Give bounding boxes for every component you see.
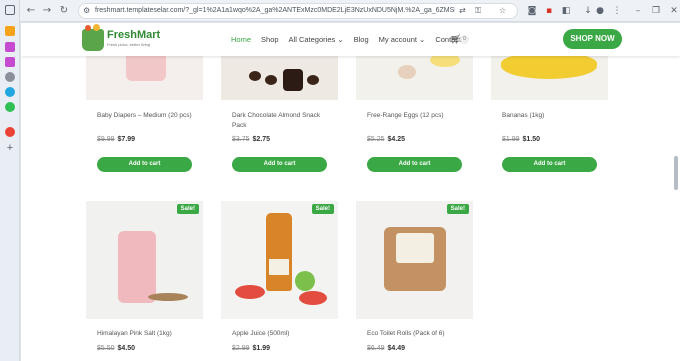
app-icon[interactable] xyxy=(5,87,15,97)
product-price: $3.75 $2.75 xyxy=(232,135,270,145)
sale-badge: Sale! xyxy=(311,204,334,214)
product-price: $9.99 $7.99 xyxy=(97,135,135,145)
product-title[interactable]: Bananas (1kg) xyxy=(502,111,602,121)
camera-icon[interactable]: ◙ xyxy=(526,4,538,18)
sale-price: $1.99 xyxy=(252,345,271,352)
password-icon[interactable]: ⚿ xyxy=(475,5,481,17)
url-text: freshmart.templateselar.com/?_gl=1%2A1a1… xyxy=(95,7,455,14)
sale-badge: Sale! xyxy=(176,204,199,214)
basket-logo-icon xyxy=(82,24,104,51)
product-title[interactable]: Eco Toilet Rolls (Pack of 6) xyxy=(367,329,467,339)
sale-price: $2.75 xyxy=(252,136,271,143)
bookmark-star-icon[interactable]: ☆ xyxy=(499,5,506,17)
download-icon[interactable]: ↓ xyxy=(582,4,594,18)
browser-toolbar: ← → ↻ ⚙ freshmart.templateselar.com/?_gl… xyxy=(20,0,680,22)
product-title[interactable]: Free-Range Eggs (12 pcs) xyxy=(367,111,467,121)
menu-my-account[interactable]: My account ⌄ xyxy=(379,33,426,47)
old-price: $5.25 xyxy=(367,136,385,143)
product-title[interactable]: Baby Diapers – Medium (20 pcs) xyxy=(97,111,197,121)
app-icon[interactable] xyxy=(5,26,15,36)
old-price: $5.50 xyxy=(97,345,115,352)
address-bar[interactable]: ⚙ freshmart.templateselar.com/?_gl=1%2A1… xyxy=(78,3,518,19)
product-image[interactable]: Sale! xyxy=(356,201,473,319)
product-price: $5.50 $4.50 xyxy=(97,344,135,354)
site-header: FreshMart Fresh picks, better living Hom… xyxy=(21,23,680,56)
old-price: $2.99 xyxy=(232,345,250,352)
tab-grid-icon[interactable] xyxy=(5,5,15,15)
cart-count-badge: 0 xyxy=(460,35,469,44)
menu-shop[interactable]: Shop xyxy=(261,33,279,47)
product-price: $2.99 $1.99 xyxy=(232,344,270,354)
product-price: $5.25 $4.25 xyxy=(367,135,405,145)
menu-all-categories[interactable]: All Categories ⌄ xyxy=(289,33,344,47)
sale-price: $7.99 xyxy=(117,136,136,143)
sale-badge: Sale! xyxy=(446,204,469,214)
old-price: $1.99 xyxy=(502,136,520,143)
add-to-cart-button[interactable]: Add to cart xyxy=(97,157,192,172)
browser-side-rail: + xyxy=(0,0,20,361)
product-price: $6.49 $4.49 xyxy=(367,344,405,354)
logo-tagline: Fresh picks, better living xyxy=(107,42,151,47)
old-price: $3.75 xyxy=(232,136,250,143)
forward-icon[interactable]: → xyxy=(40,4,54,18)
old-price: $6.49 xyxy=(367,345,385,352)
product-title[interactable]: Dark Chocolate Almond Snack Pack xyxy=(232,111,332,131)
translate-icon[interactable]: ⇄ xyxy=(459,5,466,17)
extension-icon[interactable]: ▪ xyxy=(543,4,555,18)
menu-blog[interactable]: Blog xyxy=(354,33,369,47)
app-icon[interactable] xyxy=(5,72,15,82)
sale-price: $4.50 xyxy=(117,345,136,352)
app-icon[interactable] xyxy=(5,127,15,137)
add-icon[interactable]: + xyxy=(5,143,15,154)
page-viewport: FreshMart Fresh picks, better living Hom… xyxy=(21,23,680,361)
add-to-cart-button[interactable]: Add to cart xyxy=(367,157,462,172)
profile-avatar-icon[interactable]: ● xyxy=(594,4,606,18)
app-icon[interactable] xyxy=(5,42,15,52)
product-image[interactable]: Sale! xyxy=(221,201,338,319)
sale-price: $4.25 xyxy=(387,136,406,143)
page-scrollbar[interactable] xyxy=(674,156,678,190)
add-to-cart-button[interactable]: Add to cart xyxy=(232,157,327,172)
product-title[interactable]: Himalayan Pink Salt (1kg) xyxy=(97,329,197,339)
old-price: $9.99 xyxy=(97,136,115,143)
close-window-icon[interactable]: ✕ xyxy=(668,4,680,18)
app-icon[interactable] xyxy=(5,102,15,112)
menu-kebab-icon[interactable]: ⋮ xyxy=(611,4,623,18)
sale-price: $1.50 xyxy=(522,136,541,143)
menu-home[interactable]: Home xyxy=(231,33,251,47)
back-icon[interactable]: ← xyxy=(24,4,38,18)
maximize-icon[interactable]: ❐ xyxy=(650,4,662,18)
app-icon[interactable] xyxy=(5,57,15,67)
add-to-cart-button[interactable]: Add to cart xyxy=(502,157,597,172)
extensions-puzzle-icon[interactable]: ◧ xyxy=(560,4,572,18)
shop-now-button[interactable]: SHOP NOW xyxy=(563,29,622,49)
logo-name: FreshMart xyxy=(107,29,161,41)
site-logo[interactable]: FreshMart Fresh picks, better living xyxy=(82,24,162,53)
site-info-icon[interactable]: ⚙ xyxy=(83,5,90,17)
reload-icon[interactable]: ↻ xyxy=(57,4,71,18)
product-price: $1.99 $1.50 xyxy=(502,135,540,145)
product-title[interactable]: Apple Juice (500ml) xyxy=(232,329,332,339)
product-image[interactable]: Sale! xyxy=(86,201,203,319)
main-menu: Home Shop All Categories ⌄ Blog My accou… xyxy=(231,33,461,47)
minimize-icon[interactable]: – xyxy=(632,4,644,18)
sale-price: $4.49 xyxy=(387,345,406,352)
